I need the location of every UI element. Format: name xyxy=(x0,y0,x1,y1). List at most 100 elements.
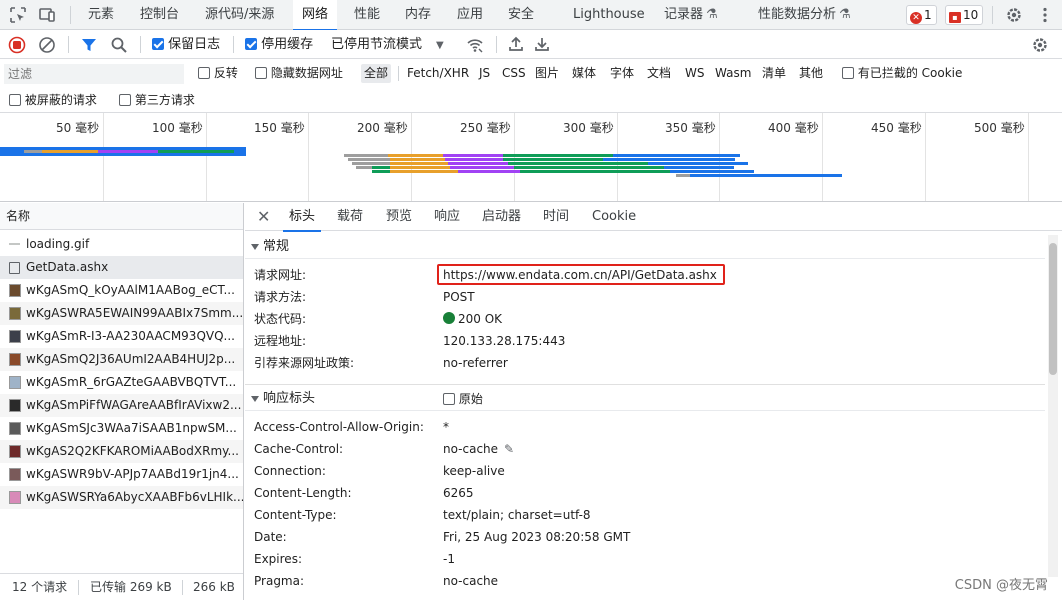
checkbox-unchecked[interactable] xyxy=(255,67,267,79)
type-filter-media[interactable]: 媒体 xyxy=(569,64,599,83)
hide-data-urls-checkbox[interactable]: 隐藏数据网址 xyxy=(255,60,343,86)
remote-address-value: 120.133.28.175:443 xyxy=(443,334,566,348)
checkbox-unchecked[interactable] xyxy=(198,67,210,79)
request-row[interactable]: wKgASmSJc3WAa7iSAAB1npwSM... xyxy=(0,417,243,440)
checkbox-unchecked[interactable] xyxy=(443,393,455,405)
type-filter-js[interactable]: JS xyxy=(476,64,493,83)
settings-gear-icon[interactable] xyxy=(1005,6,1023,24)
search-icon[interactable] xyxy=(110,36,128,54)
tab-performance[interactable]: 性能 xyxy=(354,0,380,30)
checkbox-unchecked[interactable] xyxy=(842,67,854,79)
clear-icon[interactable] xyxy=(38,36,56,54)
tab-headers[interactable]: 标头 xyxy=(282,203,322,232)
time-tick: 50 毫秒 xyxy=(56,121,100,135)
more-options-icon[interactable] xyxy=(1036,6,1054,24)
type-filter-all[interactable]: 全部 xyxy=(361,64,392,83)
stop-recording-icon[interactable] xyxy=(8,36,26,54)
tab-initiator[interactable]: 启动器 xyxy=(482,203,521,231)
network-conditions-wifi-icon[interactable] xyxy=(466,36,484,54)
disable-cache-checkbox[interactable]: 停用缓存 xyxy=(245,30,313,59)
network-settings-gear-icon[interactable] xyxy=(1031,36,1049,54)
tab-security[interactable]: 安全 xyxy=(508,0,534,30)
tab-payload[interactable]: 载荷 xyxy=(337,203,363,231)
tab-console[interactable]: 控制台 xyxy=(140,0,179,30)
error-count: 1 xyxy=(924,8,932,22)
waterfall-bar xyxy=(613,154,740,157)
tab-timing[interactable]: 时间 xyxy=(543,203,569,231)
name-column-header[interactable]: 名称 xyxy=(0,203,243,230)
request-row[interactable]: wKgASWR9bV-APJp7AABd19r1jn4... xyxy=(0,463,243,486)
edit-pencil-icon[interactable]: ✎ xyxy=(504,442,514,456)
type-filter-wasm[interactable]: Wasm xyxy=(712,64,754,83)
blocked-requests-checkbox[interactable]: 被屏蔽的请求 xyxy=(9,87,97,113)
vertical-scrollbar[interactable] xyxy=(1048,235,1058,577)
type-filter-img[interactable]: 图片 xyxy=(532,64,562,83)
network-overview-timeline[interactable]: 50 毫秒 100 毫秒 150 毫秒 200 毫秒 250 毫秒 300 毫秒… xyxy=(0,113,1062,202)
third-party-checkbox[interactable]: 第三方请求 xyxy=(119,87,195,113)
request-row[interactable]: wKgASmR-I3-AA230AACM93QVQ... xyxy=(0,325,243,348)
request-name: wKgASmR-I3-AA230AACM93QVQ... xyxy=(26,329,235,343)
tab-response[interactable]: 响应 xyxy=(434,203,460,231)
tab-lighthouse[interactable]: Lighthouse xyxy=(573,0,645,30)
issue-count-badge[interactable]: ▪ 10 xyxy=(945,5,984,25)
type-filter-css[interactable]: CSS xyxy=(499,64,529,83)
raw-checkbox[interactable]: 原始 xyxy=(443,387,483,411)
type-filter-ws[interactable]: WS xyxy=(682,64,707,83)
response-header-key: Content-Length: xyxy=(254,486,352,500)
request-row[interactable]: wKgASmQ_kOyAAlM1AABog_eCT... xyxy=(0,279,243,302)
close-icon[interactable]: ✕ xyxy=(257,203,270,231)
request-row-selected[interactable]: GetData.ashx xyxy=(0,256,243,279)
request-row[interactable]: wKgASmQ2J36AUmI2AAB4HUJ2p... xyxy=(0,348,243,371)
type-filter-fetch-xhr[interactable]: Fetch/XHR xyxy=(404,64,472,83)
inspect-element-icon[interactable] xyxy=(9,6,27,24)
checkbox-unchecked[interactable] xyxy=(119,94,131,106)
grid-line xyxy=(822,113,823,201)
response-header-value: -1 xyxy=(443,552,455,566)
blocked-cookies-checkbox[interactable]: 有已拦截的 Cookie xyxy=(842,60,962,86)
device-toolbar-icon[interactable] xyxy=(38,6,56,24)
tab-recorder[interactable]: 记录器 ⚗ xyxy=(664,0,718,30)
import-har-upload-icon[interactable] xyxy=(507,35,525,53)
type-filter-other[interactable]: 其他 xyxy=(796,64,826,83)
throttling-select[interactable]: 已停用节流模式 ▼ xyxy=(331,30,444,59)
tab-cookies[interactable]: Cookie xyxy=(592,203,636,231)
type-filter-doc[interactable]: 文档 xyxy=(644,64,674,83)
preserve-log-checkbox[interactable]: 保留日志 xyxy=(152,30,220,59)
error-count-badge[interactable]: ✕ 1 xyxy=(906,5,937,25)
tab-performance-insights[interactable]: 性能数据分析 ⚗ xyxy=(758,0,851,30)
tab-network[interactable]: 网络 xyxy=(293,0,338,31)
request-row[interactable]: wKgASmR_6rGAZteGAABVBQTVT... xyxy=(0,371,243,394)
response-header-value: text/plain; charset=utf-8 xyxy=(443,508,591,522)
response-headers-section-header[interactable]: 响应标头 原始 xyxy=(245,387,1045,411)
request-name: wKgAS2Q2KFKAROMiAABodXRmy... xyxy=(26,444,239,458)
response-header-value: Fri, 25 Aug 2023 08:20:58 GMT xyxy=(443,530,631,544)
request-name: wKgASWSRYa6AbycXAABFb6vLHIk... xyxy=(26,490,243,504)
export-har-download-icon[interactable] xyxy=(533,35,551,53)
request-row[interactable]: wKgASWSRYa6AbycXAABFb6vLHIk... xyxy=(0,486,243,509)
tab-application[interactable]: 应用 xyxy=(457,0,483,30)
tab-sources[interactable]: 源代码/来源 xyxy=(205,0,274,30)
request-name: wKgASmQ2J36AUmI2AAB4HUJ2p... xyxy=(26,352,236,366)
scrollbar-thumb[interactable] xyxy=(1049,243,1057,375)
request-row[interactable]: wKgASmPiFfWAGAreAABfIrAVixw2... xyxy=(0,394,243,417)
tab-preview[interactable]: 预览 xyxy=(386,203,412,231)
issue-flag-icon: ▪ xyxy=(949,12,961,23)
filter-input[interactable] xyxy=(4,64,184,84)
invert-checkbox[interactable]: 反转 xyxy=(198,60,238,86)
response-header-key: Content-Type: xyxy=(254,508,337,522)
checkbox-checked[interactable] xyxy=(152,38,164,50)
transferred-size: 已传输 269 kB xyxy=(90,580,172,594)
tab-memory[interactable]: 内存 xyxy=(405,0,431,30)
waterfall-bar xyxy=(372,166,390,169)
filter-funnel-icon[interactable] xyxy=(80,36,98,54)
status-code-key: 状态代码: xyxy=(254,312,307,326)
request-row[interactable]: wKgAS2Q2KFKAROMiAABodXRmy... xyxy=(0,440,243,463)
checkbox-unchecked[interactable] xyxy=(9,94,21,106)
type-filter-manifest[interactable]: 清单 xyxy=(759,64,789,83)
checkbox-checked[interactable] xyxy=(245,38,257,50)
tab-elements[interactable]: 元素 xyxy=(88,0,114,30)
general-section-header[interactable]: 常规 xyxy=(245,235,1045,259)
request-row[interactable]: loading.gif xyxy=(0,233,243,256)
type-filter-font[interactable]: 字体 xyxy=(607,64,637,83)
request-row[interactable]: wKgASWRA5EWAIN99AABIx7Smm... xyxy=(0,302,243,325)
